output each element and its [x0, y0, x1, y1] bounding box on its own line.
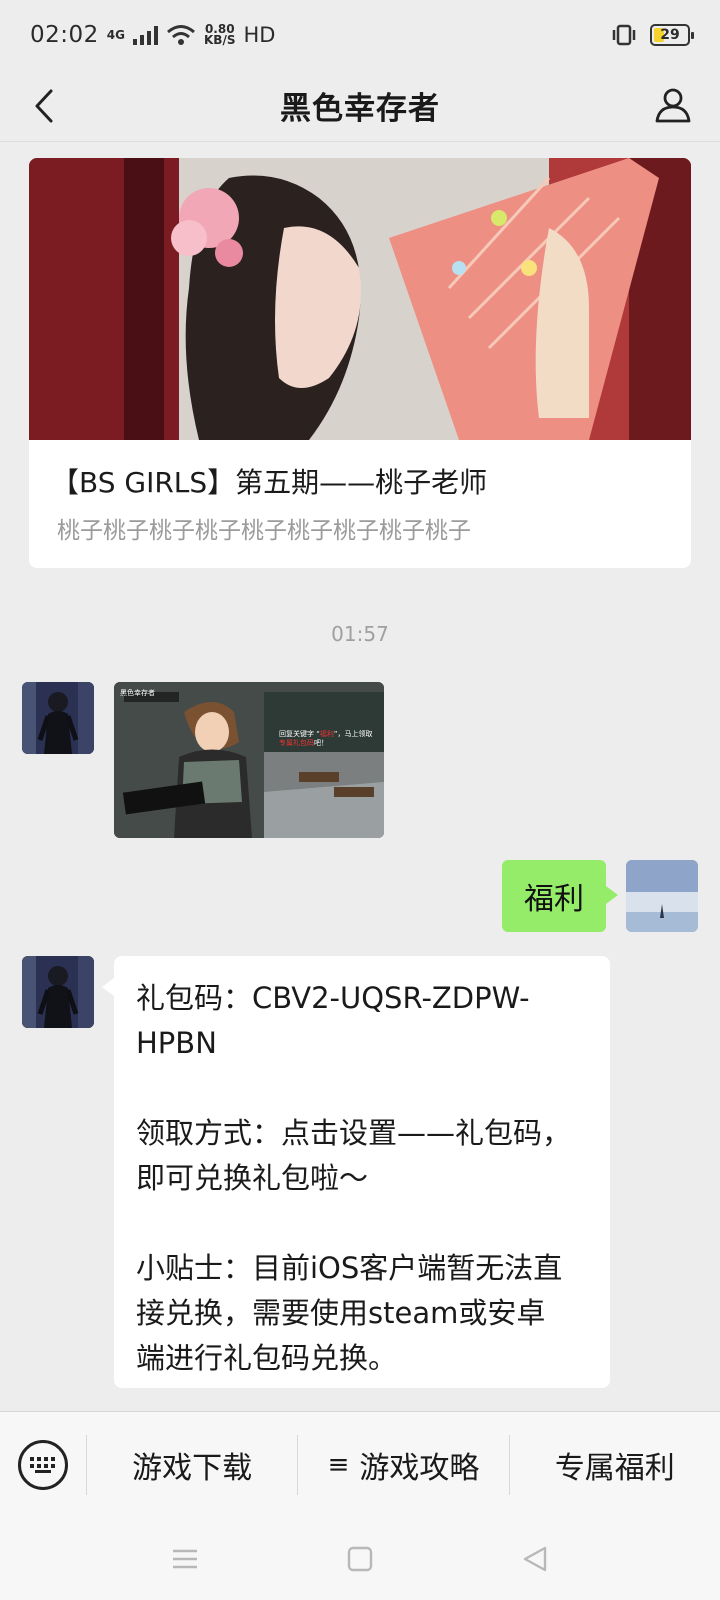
caption-post: 吧！ [314, 739, 328, 747]
network-speed: 0.80 KB/S [204, 23, 236, 47]
caption-keyword: 福利 [319, 730, 334, 738]
article-cover-image [29, 158, 691, 440]
game-image-tag: 黑色幸存者 [120, 689, 155, 697]
user-message-text: 福利 [524, 882, 584, 917]
caption-pre: 回复关键字 “ [279, 730, 320, 738]
caption-mid: ”，马上领取 [333, 730, 373, 738]
profile-button[interactable] [648, 80, 698, 130]
vibrate-icon [612, 24, 636, 46]
menu-game-guide[interactable]: ≡ 游戏攻略 [297, 1434, 508, 1495]
back-triangle-icon [523, 1546, 547, 1571]
caption-highlight: 专属礼包码 [279, 739, 314, 747]
battery-level: 29 [660, 27, 680, 43]
network-type: 4G [106, 27, 125, 42]
keyboard-toggle-button[interactable] [0, 1412, 86, 1518]
keyboard-icon [18, 1439, 68, 1490]
game-image-illustration [114, 682, 384, 838]
menu-exclusive-benefits[interactable]: 专属福利 [508, 1434, 720, 1495]
game-image-message[interactable]: 回复关键字 “福利”，马上领取专属礼包码吧！ 黑色幸存者 [114, 682, 384, 838]
hd-indicator: HD [243, 23, 276, 47]
submenu-icon: ≡ [327, 1449, 350, 1480]
chevron-left-icon [35, 89, 53, 123]
home-square-icon [347, 1546, 373, 1571]
cover-illustration [29, 158, 691, 440]
menu-lines-icon [173, 1549, 197, 1568]
title-bar: 黑色幸存者 [0, 70, 720, 142]
article-title: 【BS GIRLS】第五期——桃子老师 [51, 466, 488, 499]
page-title: 黑色幸存者 [280, 91, 440, 127]
nav-menu-button[interactable] [155, 1539, 215, 1579]
menu-game-guide-label: 游戏攻略 [359, 1450, 480, 1486]
status-bar: 02:02 4G 0.80 KB/S HD 29 [0, 0, 720, 70]
user-avatar-figure [626, 860, 698, 932]
person-icon [655, 88, 691, 123]
menu-exclusive-benefits-label: 专属福利 [554, 1450, 675, 1486]
system-nav-bar [0, 1517, 720, 1600]
menu-game-download[interactable]: 游戏下载 [86, 1434, 297, 1495]
nav-home-button[interactable] [330, 1539, 390, 1579]
wifi-icon [167, 25, 195, 45]
article-card[interactable]: 【BS GIRLS】第五期——桃子老师 桃子桃子桃子桃子桃子桃子桃子桃子桃子 [29, 158, 691, 568]
game-image-caption: 回复关键字 “福利”，马上领取专属礼包码吧！ [279, 730, 375, 748]
gift-code-text: 礼包码：CBV2-UQSR-ZDPW- HPBN [136, 981, 530, 1060]
bot-avatar[interactable] [22, 682, 94, 754]
bot-avatar-2[interactable] [22, 956, 94, 1028]
user-avatar[interactable] [626, 860, 698, 932]
status-right: 29 [610, 24, 694, 46]
chat-screen: 02:02 4G 0.80 KB/S HD 29 黑色幸存者 【BS GIRLS… [0, 0, 720, 1600]
battery-icon: 29 [650, 24, 694, 46]
status-time: 02:02 [30, 22, 99, 48]
menu-game-download-label: 游戏下载 [132, 1450, 253, 1486]
tips-text: 小贴士：目前iOS客户端暂无法直 接兑换，需要使用steam或安卓 端进行礼包码… [136, 1251, 563, 1375]
network-speed-unit: KB/S [204, 33, 236, 47]
message-timestamp: 01:57 [331, 622, 389, 646]
bottom-menu: 游戏下载 ≡ 游戏攻略 专属福利 [0, 1411, 720, 1517]
redeem-method-text: 领取方式：点击设置——礼包码， 即可兑换礼包啦～ [136, 1116, 572, 1195]
bot-avatar-figure [22, 682, 94, 754]
bot-message-bubble[interactable]: 礼包码：CBV2-UQSR-ZDPW- HPBN 领取方式：点击设置——礼包码，… [102, 956, 610, 1388]
status-left: 02:02 4G 0.80 KB/S HD [30, 22, 275, 48]
user-message-bubble[interactable]: 福利 [502, 860, 618, 932]
nav-back-button[interactable] [505, 1539, 565, 1579]
back-button[interactable] [20, 82, 68, 130]
bot-avatar-figure-2 [22, 956, 94, 1028]
article-digest: 桃子桃子桃子桃子桃子桃子桃子桃子桃子 [57, 518, 471, 544]
signal-icon [133, 25, 158, 45]
